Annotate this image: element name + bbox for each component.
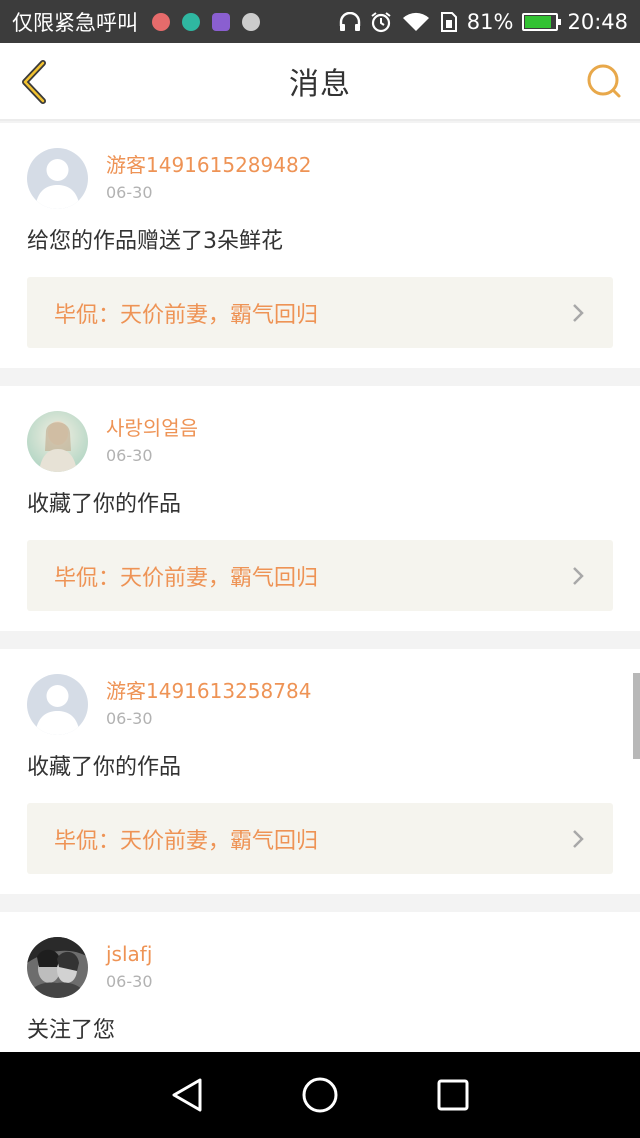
message-date: 06-30 [106,972,153,991]
work-link[interactable]: 毕侃：天价前妻，霸气回归 [27,540,613,611]
nav-recents-icon [437,1079,469,1111]
user-name[interactable]: 사랑의얼음 [106,415,198,441]
search-button[interactable] [584,61,624,101]
message-meta: 사랑의얼음 06-30 [106,408,198,467]
status-bar: 仅限紧急呼叫 81% 20:48 [0,0,640,43]
message-text: 收藏了你的作品 [27,755,182,780]
status-right: 81% 20:48 [339,10,628,34]
scrollbar[interactable] [633,673,640,759]
system-nav-bar [0,1052,640,1138]
headphone-icon [339,11,361,32]
message-meta: jslafj 06-30 [106,934,153,993]
message-meta: 游客1491613258784 06-30 [106,671,311,730]
wifi-icon [401,11,431,33]
battery-icon [522,12,562,31]
page-title: 消息 [289,67,351,102]
avatar[interactable] [27,674,88,735]
battery-fill [525,15,552,28]
battery-percent: 81% [466,9,514,34]
alarm-icon [370,11,392,33]
app-notification-icon [242,12,260,31]
app-notification-icon [212,12,230,31]
user-name[interactable]: 游客1491613258784 [106,678,311,704]
user-photo-icon [27,937,88,998]
nav-home-button[interactable] [297,1072,343,1118]
avatar[interactable] [27,411,88,472]
work-title: 毕侃：天价前妻，霸气回归 [54,828,319,854]
sim-icon [440,11,458,33]
work-link[interactable]: 毕侃：天价前妻，霸气回归 [27,803,613,874]
nav-recents-button[interactable] [430,1072,476,1118]
message-card: 사랑의얼음 06-30 收藏了你的作品 毕侃：天价前妻，霸气回归 [0,386,640,631]
carrier-text: 仅限紧急呼叫 [12,10,138,35]
nav-home-icon [302,1077,338,1113]
user-photo-icon [27,411,88,472]
message-text: 收藏了你的作品 [27,492,182,517]
app-header: 消息 [0,43,640,121]
message-header: 游客1491615289482 06-30 [27,145,613,209]
message-text: 给您的作品赠送了3朵鲜花 [27,229,283,254]
message-card: 游客1491613258784 06-30 收藏了你的作品 毕侃：天价前妻，霸气… [0,649,640,894]
work-title: 毕侃：天价前妻，霸气回归 [54,302,319,328]
app-notification-icon [182,12,200,31]
work-link[interactable]: 毕侃：天价前妻，霸气回归 [27,277,613,348]
chevron-right-icon [570,565,586,587]
message-date: 06-30 [106,446,153,465]
app-notification-icon [152,12,170,31]
nav-back-icon [172,1078,202,1112]
chevron-right-icon [570,828,586,850]
message-header: 游客1491613258784 06-30 [27,671,613,735]
default-avatar-icon [27,674,88,735]
avatar[interactable] [27,148,88,209]
message-card: jslafj 06-30 关注了您 [0,912,640,1052]
notification-icons [152,12,260,31]
message-text: 关注了您 [27,1018,116,1043]
message-card: 游客1491615289482 06-30 给您的作品赠送了3朵鲜花 毕侃：天价… [0,123,640,368]
user-name[interactable]: 游客1491615289482 [106,152,311,178]
message-date: 06-30 [106,183,153,202]
search-icon [587,64,621,98]
nav-back-button[interactable] [164,1072,210,1118]
default-avatar-icon [27,148,88,209]
message-header: 사랑의얼음 06-30 [27,408,613,472]
user-name[interactable]: jslafj [106,941,153,967]
message-date: 06-30 [106,709,153,728]
chevron-right-icon [570,302,586,324]
avatar[interactable] [27,937,88,998]
message-header: jslafj 06-30 [27,934,613,998]
chevron-left-icon [22,60,46,104]
message-meta: 游客1491615289482 06-30 [106,145,311,204]
clock-time: 20:48 [567,9,628,34]
work-title: 毕侃：天价前妻，霸气回归 [54,565,319,591]
message-list: 游客1491615289482 06-30 给您的作品赠送了3朵鲜花 毕侃：天价… [0,123,640,1052]
back-button[interactable] [14,57,54,107]
